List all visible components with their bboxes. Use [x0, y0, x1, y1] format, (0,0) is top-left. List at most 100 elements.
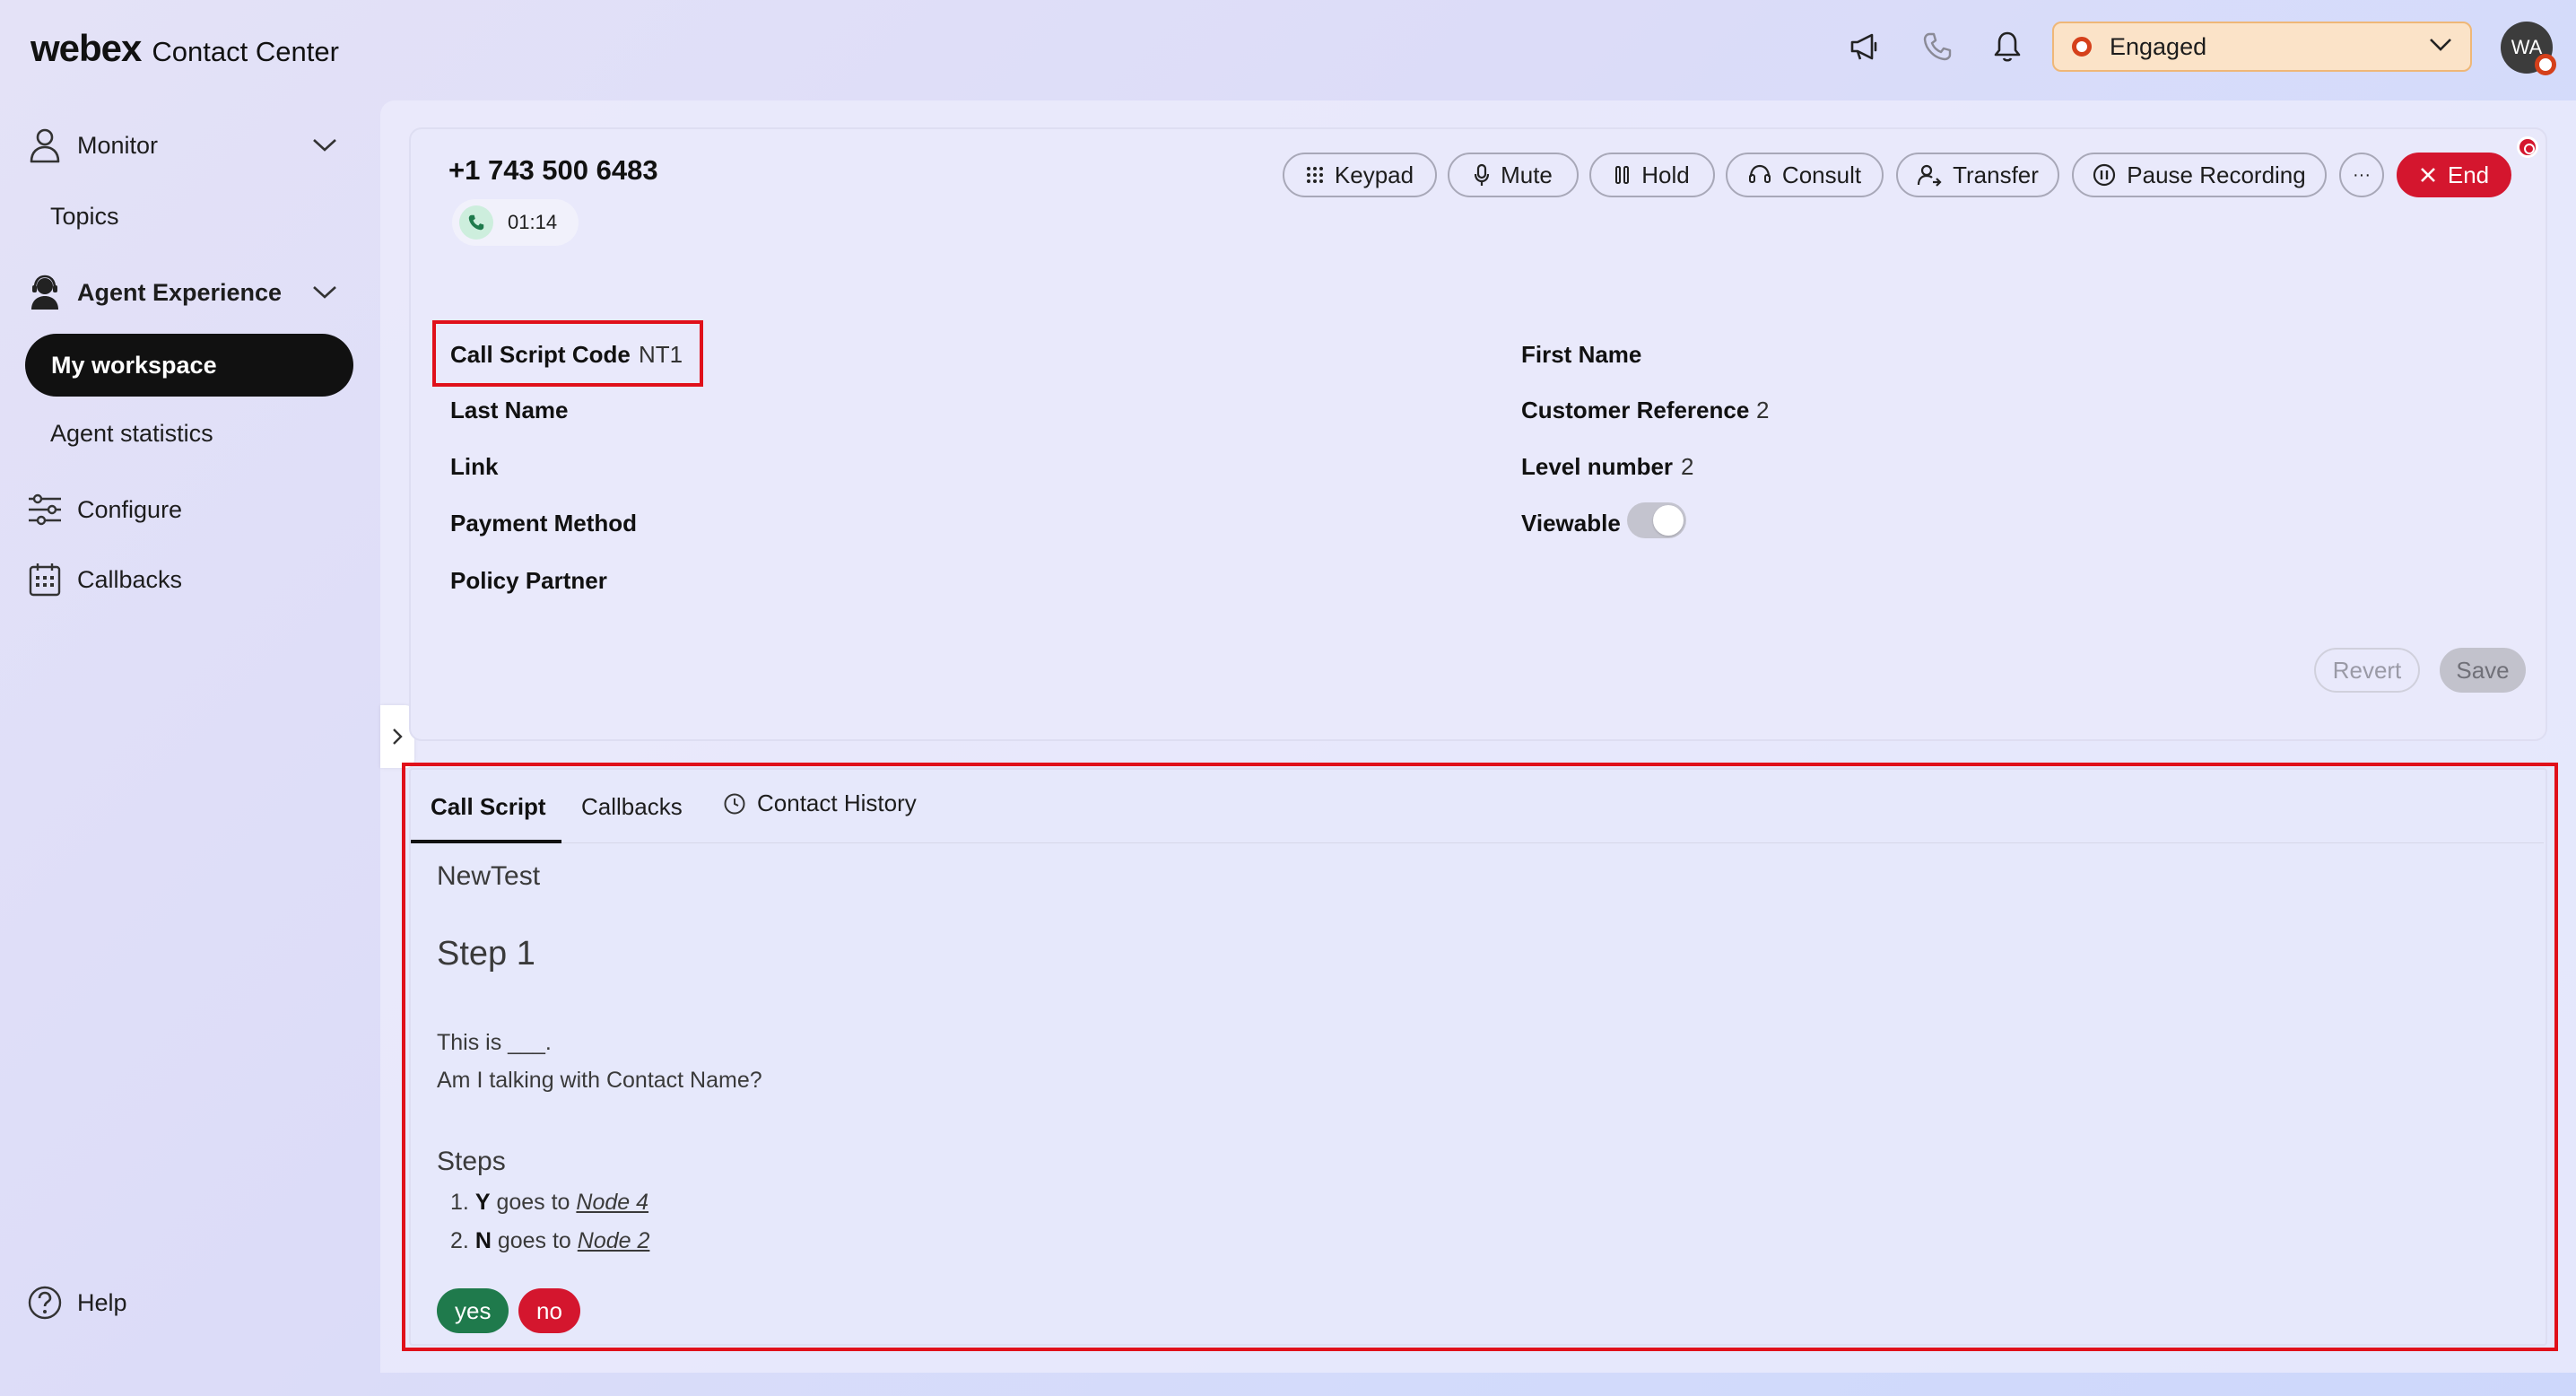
- agent-headset-icon: [25, 273, 65, 312]
- megaphone-icon[interactable]: [1846, 27, 1885, 66]
- app-header: webex Contact Center Engaged WA: [0, 0, 2576, 95]
- pause-recording-label: Pause Recording: [2127, 161, 2306, 188]
- microphone-icon: [1474, 163, 1490, 186]
- chevron-down-icon[interactable]: [312, 138, 337, 157]
- sidebar-nav: Monitor Topics Agent Experience My works…: [0, 95, 377, 1396]
- customer-reference-value: 2: [1756, 397, 1770, 423]
- logo-product: Contact Center: [152, 36, 339, 67]
- consult-label: Consult: [1781, 161, 1862, 188]
- step-list-item: 2. N goes to Node 2: [450, 1228, 649, 1254]
- agent-state-dropdown[interactable]: Engaged: [2052, 22, 2472, 72]
- sidebar-item-agent-statistics[interactable]: Agent statistics: [50, 420, 213, 448]
- end-call-label: End: [2447, 161, 2490, 188]
- step-number: 2.: [450, 1228, 469, 1253]
- sidebar-item-label: Help: [77, 1288, 127, 1316]
- sidebar-item-my-workspace[interactable]: My workspace: [25, 334, 353, 397]
- call-control-card: [409, 127, 2547, 741]
- more-options-button[interactable]: ···: [2339, 153, 2384, 197]
- tab-callbacks[interactable]: Callbacks: [581, 793, 683, 821]
- tab-contact-history[interactable]: Contact History: [723, 790, 917, 817]
- agent-state-label: Engaged: [2110, 32, 2207, 60]
- viewable-toggle[interactable]: [1627, 502, 1686, 538]
- keypad-button[interactable]: Keypad: [1283, 153, 1437, 197]
- link-label: Link: [450, 453, 499, 480]
- keypad-label: Keypad: [1334, 161, 1414, 188]
- sidebar-item-agent-experience[interactable]: Agent Experience: [25, 273, 282, 312]
- keypad-icon: [1306, 167, 1323, 183]
- caller-phone-number: +1 743 500 6483: [448, 154, 658, 186]
- script-line: This is ___.: [437, 1030, 552, 1055]
- viewable-label: Viewable: [1521, 510, 1621, 537]
- pause-recording-button[interactable]: Pause Recording: [2072, 153, 2327, 197]
- script-line: Am I talking with Contact Name?: [437, 1068, 762, 1093]
- sidebar-item-configure[interactable]: Configure: [25, 490, 182, 529]
- sidebar-item-topics[interactable]: Topics: [50, 203, 119, 231]
- step-key: N: [474, 1228, 492, 1253]
- steps-heading: Steps: [437, 1147, 506, 1176]
- sidebar-item-label: Callbacks: [77, 565, 183, 593]
- hold-button[interactable]: Hold: [1589, 153, 1715, 197]
- transfer-button[interactable]: Transfer: [1896, 153, 2059, 197]
- payment-method-label: Payment Method: [450, 510, 638, 537]
- bell-icon[interactable]: [1988, 27, 2027, 66]
- sidebar-item-label: Monitor: [77, 131, 159, 159]
- clock-icon: [724, 793, 745, 814]
- step-list-item: 1. Y goes to Node 4: [450, 1190, 648, 1216]
- tab-call-script[interactable]: Call Script: [431, 793, 546, 821]
- no-button[interactable]: no: [518, 1288, 580, 1333]
- step-text: goes to: [491, 1228, 578, 1253]
- save-button[interactable]: Save: [2440, 648, 2526, 693]
- help-icon: [25, 1283, 65, 1322]
- chevron-right-icon: [393, 729, 403, 745]
- level-number-label: Level number: [1521, 453, 1674, 480]
- more-options-icon: ···: [2353, 164, 2371, 185]
- logo-brand: webex: [30, 27, 142, 69]
- step-key: Y: [474, 1190, 491, 1215]
- policy-partner-label: Policy Partner: [450, 567, 607, 594]
- call-timer: 01:14: [452, 199, 579, 246]
- mute-button[interactable]: Mute: [1448, 153, 1579, 197]
- revert-button[interactable]: Revert: [2314, 648, 2420, 693]
- app-logo: webex Contact Center: [30, 27, 339, 70]
- level-number-value: 2: [1681, 453, 1694, 480]
- user-avatar[interactable]: WA: [2501, 22, 2556, 75]
- consult-button[interactable]: Consult: [1726, 153, 1884, 197]
- end-call-button[interactable]: End: [2397, 153, 2511, 197]
- tab-divider: [561, 842, 2544, 843]
- step-node-link[interactable]: Node 4: [576, 1190, 648, 1215]
- avatar-status-badge: [2535, 54, 2556, 75]
- sliders-icon: [25, 490, 65, 529]
- sidebar-item-label: My workspace: [51, 351, 217, 379]
- chevron-down-icon: [2429, 38, 2452, 57]
- transfer-label: Transfer: [1953, 161, 2039, 188]
- tab-label: Contact History: [757, 790, 917, 816]
- sidebar-item-help[interactable]: Help: [25, 1283, 127, 1322]
- step-number: 1.: [450, 1190, 469, 1215]
- state-indicator-icon: [2072, 37, 2092, 57]
- sidebar-item-label: Agent Experience: [77, 278, 283, 306]
- transfer-user-icon: [1917, 164, 1942, 187]
- headset-icon: [1748, 164, 1771, 183]
- call-timer-value: 01:14: [508, 211, 558, 233]
- close-icon: [2420, 168, 2435, 182]
- phone-icon: [459, 205, 493, 240]
- pause-recording-icon: [2093, 163, 2116, 187]
- call-script-panel-highlight: [402, 763, 2558, 1351]
- call-script-code-label: Call Script Code: [450, 341, 631, 368]
- chevron-down-icon[interactable]: [312, 285, 337, 304]
- last-name-label: Last Name: [450, 397, 569, 423]
- phone-icon[interactable]: [1918, 27, 1957, 66]
- toggle-knob: [1653, 505, 1684, 536]
- call-script-code-value: NT1: [639, 341, 683, 368]
- first-name-label: First Name: [1521, 341, 1642, 368]
- sidebar-item-label: Configure: [77, 495, 183, 523]
- step-node-link[interactable]: Node 2: [578, 1228, 650, 1253]
- mute-label: Mute: [1501, 161, 1553, 188]
- pause-icon: [1615, 166, 1630, 184]
- sidebar-item-monitor[interactable]: Monitor: [25, 126, 158, 165]
- calendar-icon: [25, 560, 65, 599]
- yes-button[interactable]: yes: [437, 1288, 509, 1333]
- person-icon: [25, 126, 65, 165]
- script-title: NewTest: [437, 861, 541, 891]
- sidebar-item-callbacks[interactable]: Callbacks: [25, 560, 182, 599]
